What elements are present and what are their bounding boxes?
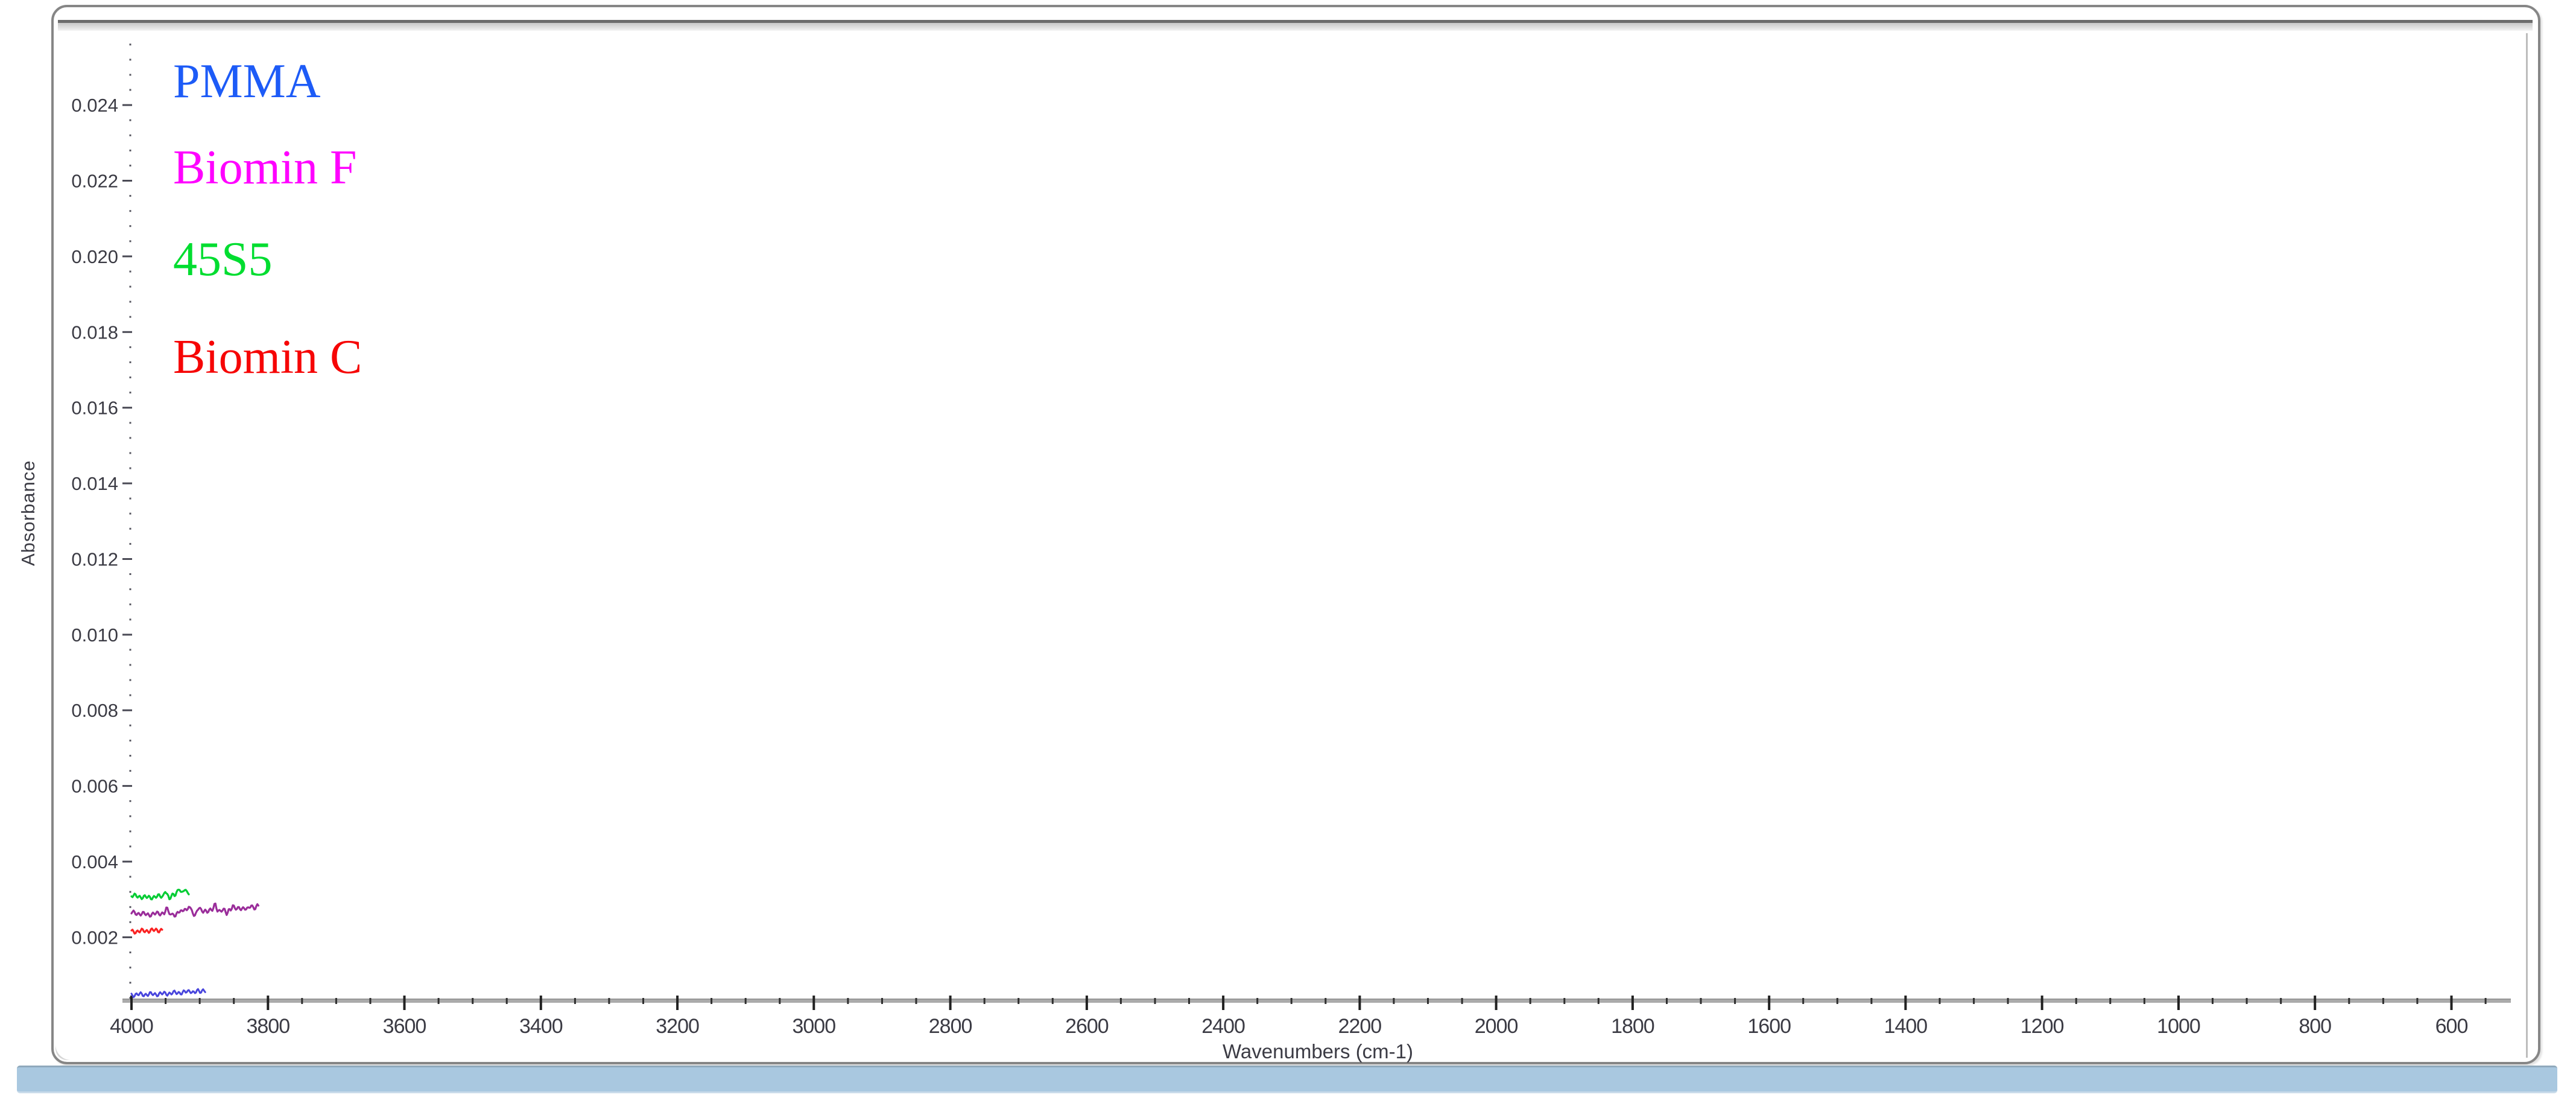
svg-text:3200: 3200 [656,1015,699,1038]
spectra-lines [131,890,258,997]
svg-text:1800: 1800 [1611,1015,1654,1038]
biomin-f-spectrum-line [131,904,258,917]
svg-text:2400: 2400 [1201,1015,1245,1038]
svg-text:3600: 3600 [383,1015,426,1038]
svg-text:0.008: 0.008 [71,700,118,721]
biomin-c-spectrum-line [131,929,162,934]
svg-text:1400: 1400 [1884,1015,1928,1038]
x-axis-title: Wavenumbers (cm-1) [1137,1040,1499,1063]
svg-text:800: 800 [2299,1015,2331,1038]
y-axis: 0.002 0.004 0.006 0.008 0.010 0.012 0.014 0.016… [71,43,132,999]
y-axis-title: Absorbance [16,362,41,664]
svg-text:1000: 1000 [2157,1015,2200,1038]
svg-text:1200: 1200 [2021,1015,2064,1038]
svg-text:2000: 2000 [1475,1015,1518,1038]
svg-text:3400: 3400 [519,1015,563,1038]
svg-text:0.018: 0.018 [71,322,118,343]
svg-text:0.020: 0.020 [71,246,118,267]
ftir-spectra-chart: 0.002 0.004 0.006 0.008 0.010 0.012 0.014 0.016… [0,0,2576,1112]
svg-text:0.024: 0.024 [71,95,118,116]
x-axis: 4000 3800 3600 3400 3200 3000 2800 2600 2400 2200… [110,996,2511,1038]
svg-text:0.016: 0.016 [71,398,118,419]
svg-text:0.006: 0.006 [71,776,118,797]
svg-text:0.012: 0.012 [71,549,118,570]
svg-text:0.002: 0.002 [71,927,118,948]
svg-text:0.022: 0.022 [71,171,118,192]
svg-text:600: 600 [2435,1015,2468,1038]
svg-text:2600: 2600 [1065,1015,1109,1038]
pmma-spectrum-line [131,989,205,997]
svg-text:3800: 3800 [246,1015,290,1038]
45s5-spectrum-line [131,890,189,900]
svg-text:1600: 1600 [1747,1015,1791,1038]
svg-text:3000: 3000 [792,1015,835,1038]
svg-text:2800: 2800 [929,1015,972,1038]
svg-text:0.014: 0.014 [71,473,118,494]
svg-text:0.010: 0.010 [71,624,118,646]
svg-text:0.004: 0.004 [71,851,118,872]
svg-text:4000: 4000 [110,1015,153,1038]
svg-text:2200: 2200 [1338,1015,1382,1038]
